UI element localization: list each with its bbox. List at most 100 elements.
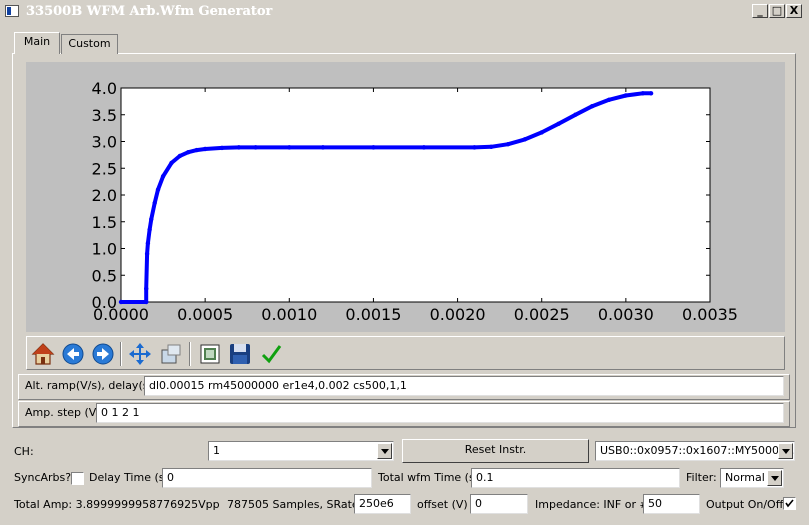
data-point [573,112,578,117]
x-tick-label: 0.0025 [514,305,570,324]
data-point [421,145,427,150]
data-point [590,103,595,109]
pan-icon[interactable] [128,342,152,366]
data-point [489,144,494,150]
chevron-down-icon[interactable] [377,443,392,459]
output-label: Output On/Off [706,498,784,511]
amp-step-label: Amp. step (V) [25,406,101,419]
y-tick-label: 2.0 [92,186,117,205]
data-point [177,153,183,159]
plot-figure[interactable]: 0.0000 0.0005 0.0010 0.0015 0.0020 0.0025 0.00… [26,62,785,332]
total-amp-text: Total Amp: 3.8999999958776925Vpp [14,498,220,511]
data-point [118,299,124,305]
data-point [253,145,258,150]
window-title: 33500B WFM Arb.Wfm Generator [26,4,273,19]
data-point [472,145,477,150]
tab-main[interactable]: Main [14,32,60,54]
ch-select[interactable]: 1 [208,441,394,461]
srate-input[interactable]: 250e6 [354,494,411,514]
close-button[interactable]: X [786,4,802,18]
data-point [144,251,150,257]
toolbar-separator [120,342,122,366]
impedance-label: Impedance: INF or # [535,498,649,511]
save-icon[interactable] [228,342,252,366]
y-tick-label: 0.0 [92,293,117,312]
y-tick-label: 2.5 [92,159,117,178]
y-tick-label: 3.0 [92,133,117,152]
maximize-button[interactable]: □ [769,4,785,18]
sync-arbs-label: SyncArbs? [14,471,72,484]
app-icon [5,5,19,17]
y-tick-label: 3.5 [92,106,117,125]
data-point [160,174,166,179]
amp-step-input[interactable]: 0 1 2 1 [96,403,784,423]
filter-label: Filter: [686,471,717,484]
forward-arrow-icon[interactable] [91,342,115,366]
data-point [236,145,241,150]
data-point [194,147,199,153]
x-tick-label: 0.0005 [177,305,233,324]
sync-arbs-checkbox[interactable] [71,472,84,485]
data-point [144,286,149,291]
filter-select[interactable]: Normal [720,468,784,488]
output-checkbox[interactable] [783,497,796,510]
data-point [371,145,376,150]
data-point [169,160,174,166]
home-icon[interactable] [31,342,55,366]
data-point [155,187,161,192]
data-point [623,93,629,98]
plot-area [120,87,711,303]
zoom-icon[interactable] [159,342,183,366]
toolbar-separator [189,342,191,366]
offset-input[interactable]: 0 [470,494,528,514]
tab-custom[interactable]: Custom [61,34,118,54]
checkmark-icon[interactable] [259,342,283,366]
chevron-down-icon[interactable] [767,470,782,486]
data-point [149,216,154,222]
title-bar[interactable]: 33500B WFM Arb.Wfm Generator _ □ X [0,0,809,24]
y-tick-label: 4.0 [92,79,117,98]
data-point [539,130,544,135]
y-tick-label: 0.5 [92,266,117,285]
x-tick-label: 0.0030 [598,305,654,324]
delay-time-label: Delay Time (s) [89,471,169,484]
data-point [145,240,151,246]
x-tick-label: 0.0015 [345,305,401,324]
delay-time-input[interactable]: 0 [162,468,372,488]
y-tick-label: 1.0 [92,240,117,259]
minimize-button[interactable]: _ [752,4,768,18]
data-point [186,150,191,155]
data-point [640,91,645,96]
total-wfm-time-label: Total wfm Time (s) [378,471,479,484]
x-tick-label: 0.0020 [430,305,486,324]
ch-select-value: 1 [213,444,220,457]
impedance-input[interactable]: 50 [643,494,700,514]
instrument-select-value: USB0::0x0957::0x1607::MY5000063 [600,444,795,457]
chevron-down-icon[interactable] [778,443,793,459]
data-point [556,121,561,127]
x-tick-label: 0.0035 [682,305,738,324]
alt-ramp-label: Alt. ramp(V/s), delay(s) [25,379,153,392]
waveform-chart[interactable]: 0.0000 0.0005 0.0010 0.0015 0.0020 0.0025 0.00… [26,62,785,332]
data-point [144,299,149,305]
filter-select-value: Normal [725,471,765,484]
y-tick-label: 1.5 [92,213,117,232]
data-point [505,141,511,147]
data-point [202,146,208,152]
x-tick-label: 0.0010 [261,305,317,324]
reset-instr-button[interactable]: Reset Instr. [402,439,589,463]
total-wfm-time-input[interactable]: 0.1 [471,468,680,488]
plot-toolbar [26,336,785,370]
data-point [219,145,225,151]
data-point [287,145,292,150]
back-arrow-icon[interactable] [61,342,85,366]
data-point [522,137,528,142]
instrument-select[interactable]: USB0::0x0957::0x1607::MY5000063 [595,441,795,461]
offset-label: offset (V) [417,498,468,511]
configure-subplots-icon[interactable] [198,342,222,366]
ch-label: CH: [14,445,34,458]
alt-ramp-input[interactable]: dl0.00015 rm45000000 er1e4,0.002 cs500,1… [144,376,784,396]
data-point [606,97,612,102]
data-point [152,200,157,206]
data-point [147,227,152,232]
